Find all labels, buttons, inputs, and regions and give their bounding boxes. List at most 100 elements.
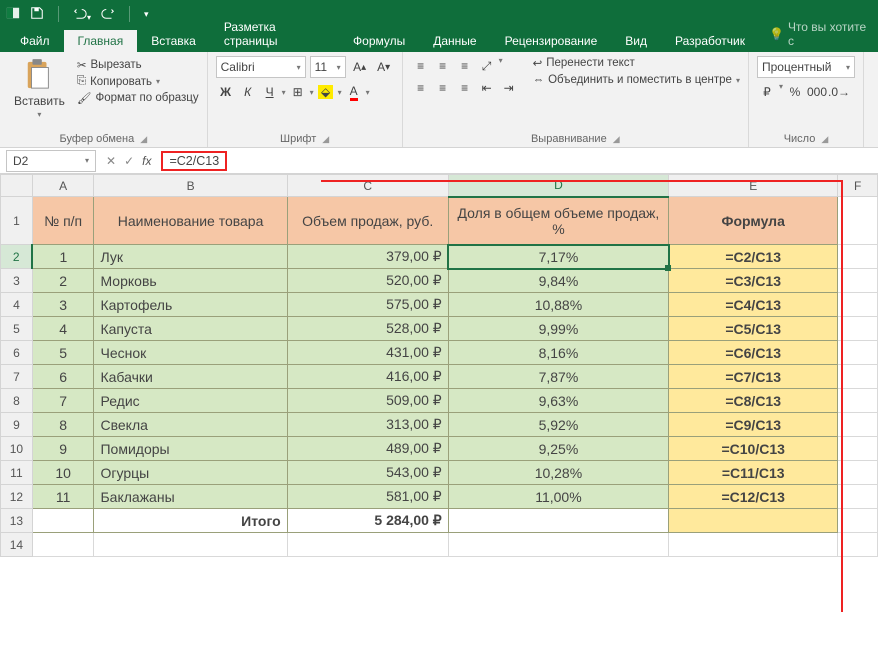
cell[interactable]: 313,00 ₽ (287, 413, 448, 437)
cell[interactable]: 7,17% (448, 245, 668, 269)
cell[interactable] (838, 413, 878, 437)
tab-view[interactable]: Вид (611, 30, 661, 52)
header-cell[interactable]: Объем продаж, руб. (287, 197, 448, 245)
cell[interactable]: 4 (32, 317, 94, 341)
column-header[interactable]: B (94, 175, 287, 197)
cell[interactable] (838, 509, 878, 533)
redo-icon[interactable] (101, 6, 115, 23)
cell[interactable]: Свекла (94, 413, 287, 437)
copy-button[interactable]: ⎘Копировать▾ (77, 75, 199, 88)
select-all-corner[interactable] (1, 175, 33, 197)
increase-decimal-button[interactable]: .0→ (829, 82, 849, 102)
align-center-button[interactable]: ≡ (433, 78, 453, 98)
cell[interactable]: Баклажаны (94, 485, 287, 509)
cell[interactable]: 489,00 ₽ (287, 437, 448, 461)
font-size-combo[interactable]: 11▾ (310, 56, 346, 78)
cell[interactable]: 8,16% (448, 341, 668, 365)
align-right-button[interactable]: ≡ (455, 78, 475, 98)
cell[interactable]: 9 (32, 437, 94, 461)
row-header[interactable]: 5 (1, 317, 33, 341)
cell[interactable]: Итого (94, 509, 287, 533)
cell[interactable] (669, 533, 838, 557)
increase-font-button[interactable]: A▴ (350, 57, 370, 77)
bold-button[interactable]: Ж (216, 82, 236, 102)
cell[interactable] (838, 341, 878, 365)
cell[interactable]: 5 (32, 341, 94, 365)
cell[interactable] (448, 533, 668, 557)
cell[interactable]: 9,84% (448, 269, 668, 293)
header-cell[interactable]: № п/п (32, 197, 94, 245)
cell[interactable]: =C2/C13 (669, 245, 838, 269)
cell[interactable]: 575,00 ₽ (287, 293, 448, 317)
borders-button[interactable]: ⊞ (288, 82, 308, 102)
dialog-launcher-icon[interactable]: ◢ (821, 134, 828, 145)
column-header[interactable]: E (669, 175, 838, 197)
cell[interactable]: 7,87% (448, 365, 668, 389)
font-color-button[interactable]: A (344, 82, 364, 102)
cell[interactable]: 10,28% (448, 461, 668, 485)
cell[interactable] (448, 509, 668, 533)
cell[interactable] (32, 509, 94, 533)
decrease-indent-button[interactable]: ⇤ (477, 78, 497, 98)
cell[interactable]: Капуста (94, 317, 287, 341)
cell[interactable]: Огурцы (94, 461, 287, 485)
name-box[interactable]: D2▾ (6, 150, 96, 172)
cut-button[interactable]: ✂Вырезать (77, 58, 199, 72)
cell[interactable] (838, 293, 878, 317)
cell[interactable] (838, 317, 878, 341)
row-header[interactable]: 8 (1, 389, 33, 413)
dialog-launcher-icon[interactable]: ◢ (140, 134, 147, 145)
tab-formulas[interactable]: Формулы (339, 30, 419, 52)
formula-input[interactable]: =C2/C13 (161, 150, 878, 172)
cell[interactable]: Морковь (94, 269, 287, 293)
font-name-combo[interactable]: Calibri▾ (216, 56, 306, 78)
fill-color-button[interactable]: ⬙ (316, 82, 336, 102)
cell[interactable]: 11,00% (448, 485, 668, 509)
cell[interactable] (838, 365, 878, 389)
cell[interactable]: 5 284,00 ₽ (287, 509, 448, 533)
cell[interactable] (838, 245, 878, 269)
row-header[interactable]: 1 (1, 197, 33, 245)
row-header[interactable]: 6 (1, 341, 33, 365)
cancel-formula-icon[interactable]: ✕ (106, 154, 116, 168)
fx-icon[interactable]: fx (142, 154, 151, 168)
cell[interactable] (838, 197, 878, 245)
cell[interactable]: 416,00 ₽ (287, 365, 448, 389)
cell[interactable]: Помидоры (94, 437, 287, 461)
tab-review[interactable]: Рецензирование (491, 30, 612, 52)
align-bottom-button[interactable]: ≡ (455, 56, 475, 76)
cell[interactable]: 379,00 ₽ (287, 245, 448, 269)
cell[interactable]: =C4/C13 (669, 293, 838, 317)
undo-icon[interactable]: ▾ (73, 6, 91, 23)
cell[interactable]: =C12/C13 (669, 485, 838, 509)
column-header[interactable]: A (32, 175, 94, 197)
cell[interactable]: =C6/C13 (669, 341, 838, 365)
increase-indent-button[interactable]: ⇥ (499, 78, 519, 98)
comma-format-button[interactable]: 000 (807, 82, 827, 102)
cell[interactable]: =C11/C13 (669, 461, 838, 485)
cell[interactable]: Редис (94, 389, 287, 413)
cell[interactable]: 3 (32, 293, 94, 317)
cell[interactable]: Картофель (94, 293, 287, 317)
tab-data[interactable]: Данные (419, 30, 490, 52)
percent-format-button[interactable]: % (785, 82, 805, 102)
tab-home[interactable]: Главная (64, 30, 138, 52)
qat-customize-icon[interactable]: ▾ (144, 9, 149, 20)
cell[interactable] (287, 533, 448, 557)
cell[interactable]: 1 (32, 245, 94, 269)
row-header[interactable]: 11 (1, 461, 33, 485)
row-header[interactable]: 4 (1, 293, 33, 317)
tell-me-search[interactable]: 💡 Что вы хотите с (759, 16, 878, 52)
column-header[interactable]: D (448, 175, 668, 197)
cell[interactable]: Лук (94, 245, 287, 269)
cell[interactable] (838, 269, 878, 293)
cell[interactable]: 581,00 ₽ (287, 485, 448, 509)
tab-file[interactable]: Файл (6, 30, 64, 52)
cell[interactable] (838, 485, 878, 509)
cell[interactable] (838, 533, 878, 557)
row-header[interactable]: 14 (1, 533, 33, 557)
cell[interactable] (838, 389, 878, 413)
dialog-launcher-icon[interactable]: ◢ (322, 134, 329, 145)
cell[interactable] (669, 509, 838, 533)
column-header[interactable]: C (287, 175, 448, 197)
